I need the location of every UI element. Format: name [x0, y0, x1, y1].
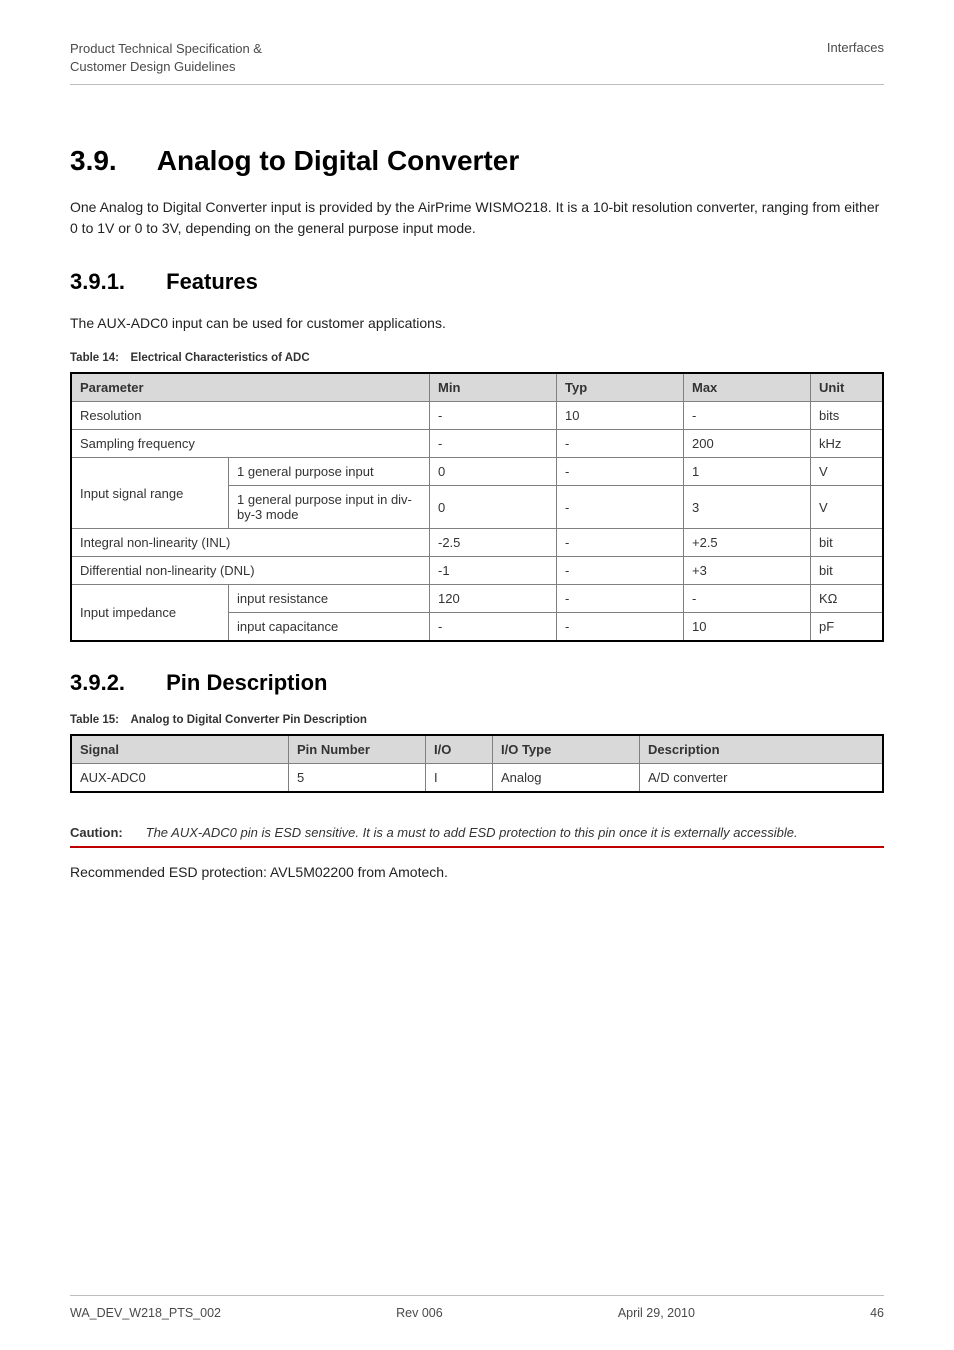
- table-row: Integral non-linearity (INL) -2.5 - +2.5…: [71, 529, 883, 557]
- header-left: Product Technical Specification & Custom…: [70, 40, 262, 76]
- header-right: Interfaces: [827, 40, 884, 55]
- th-io: I/O: [426, 735, 493, 764]
- cell-min: -1: [430, 557, 557, 585]
- cell-max: -: [684, 402, 811, 430]
- cell-sub: input resistance: [229, 585, 430, 613]
- cell-typ: -: [557, 613, 684, 642]
- page-header: Product Technical Specification & Custom…: [70, 40, 884, 85]
- cell-typ: -: [557, 486, 684, 529]
- cell-io: I: [426, 764, 493, 793]
- table-row: AUX-ADC0 5 I Analog A/D converter: [71, 764, 883, 793]
- cell-max: 1: [684, 458, 811, 486]
- table-row: Resolution - 10 - bits: [71, 402, 883, 430]
- subsection-391-name: Features: [166, 269, 258, 294]
- cell-unit: pF: [811, 613, 884, 642]
- cell-min: -: [430, 430, 557, 458]
- cell-sub: input capacitance: [229, 613, 430, 642]
- table-row: Signal Pin Number I/O I/O Type Descripti…: [71, 735, 883, 764]
- cell-typ: -: [557, 557, 684, 585]
- caution-block: Caution: The AUX-ADC0 pin is ESD sensiti…: [70, 821, 884, 848]
- cell-typ: -: [557, 585, 684, 613]
- section-title: 3.9. Analog to Digital Converter: [70, 145, 884, 177]
- cell-min: -: [430, 402, 557, 430]
- header-line2: Customer Design Guidelines: [70, 58, 262, 76]
- th-desc: Description: [640, 735, 884, 764]
- th-iotype: I/O Type: [493, 735, 640, 764]
- section-name: Analog to Digital Converter: [157, 145, 519, 176]
- cell-param: Integral non-linearity (INL): [71, 529, 430, 557]
- cell-max: 10: [684, 613, 811, 642]
- footer-page: 46: [870, 1306, 884, 1320]
- cell-signal: AUX-ADC0: [71, 764, 289, 793]
- subsection-392-title: 3.9.2. Pin Description: [70, 670, 884, 696]
- cell-unit: bit: [811, 529, 884, 557]
- cell-max: -: [684, 585, 811, 613]
- cell-param-group: Input signal range: [71, 458, 229, 529]
- footer-left: WA_DEV_W218_PTS_002: [70, 1306, 221, 1320]
- sub391-intro: The AUX-ADC0 input can be used for custo…: [70, 313, 884, 334]
- caution-text: The AUX-ADC0 pin is ESD sensitive. It is…: [146, 825, 880, 840]
- cell-max: 3: [684, 486, 811, 529]
- table15-caption: Table 15: Analog to Digital Converter Pi…: [70, 714, 884, 726]
- footer-right: April 29, 2010: [618, 1306, 695, 1320]
- th-pin: Pin Number: [289, 735, 426, 764]
- subsection-392-number: 3.9.2.: [70, 670, 160, 696]
- th-typ: Typ: [557, 373, 684, 402]
- cell-typ: -: [557, 529, 684, 557]
- cell-sub: 1 general purpose input in div-by-3 mode: [229, 486, 430, 529]
- cell-unit: KΩ: [811, 585, 884, 613]
- section-number: 3.9.: [70, 145, 150, 177]
- th-parameter: Parameter: [71, 373, 430, 402]
- cell-unit: V: [811, 486, 884, 529]
- cell-unit: V: [811, 458, 884, 486]
- cell-min: 0: [430, 458, 557, 486]
- cell-min: -: [430, 613, 557, 642]
- cell-max: 200: [684, 430, 811, 458]
- subsection-392-name: Pin Description: [166, 670, 327, 695]
- cell-min: 120: [430, 585, 557, 613]
- cell-unit: bits: [811, 402, 884, 430]
- post-caution-paragraph: Recommended ESD protection: AVL5M02200 f…: [70, 862, 884, 883]
- cell-typ: -: [557, 458, 684, 486]
- cell-unit: kHz: [811, 430, 884, 458]
- caution-label: Caution:: [70, 825, 142, 840]
- section-paragraph: One Analog to Digital Converter input is…: [70, 197, 884, 239]
- th-max: Max: [684, 373, 811, 402]
- table-row: Input signal range 1 general purpose inp…: [71, 458, 883, 486]
- cell-min: 0: [430, 486, 557, 529]
- cell-unit: bit: [811, 557, 884, 585]
- table-row: Differential non-linearity (DNL) -1 - +3…: [71, 557, 883, 585]
- cell-min: -2.5: [430, 529, 557, 557]
- table-row: Sampling frequency - - 200 kHz: [71, 430, 883, 458]
- subsection-391-title: 3.9.1. Features: [70, 269, 884, 295]
- cell-param: Sampling frequency: [71, 430, 430, 458]
- cell-pin: 5: [289, 764, 426, 793]
- table-row: Parameter Min Typ Max Unit: [71, 373, 883, 402]
- cell-desc: A/D converter: [640, 764, 884, 793]
- table15: Signal Pin Number I/O I/O Type Descripti…: [70, 734, 884, 793]
- th-signal: Signal: [71, 735, 289, 764]
- cell-param: Differential non-linearity (DNL): [71, 557, 430, 585]
- table14: Parameter Min Typ Max Unit Resolution - …: [70, 372, 884, 642]
- cell-typ: 10: [557, 402, 684, 430]
- header-line1: Product Technical Specification &: [70, 40, 262, 58]
- footer-center: Rev 006: [396, 1306, 443, 1320]
- table-row: Input impedance input resistance 120 - -…: [71, 585, 883, 613]
- cell-max: +2.5: [684, 529, 811, 557]
- cell-iotype: Analog: [493, 764, 640, 793]
- cell-max: +3: [684, 557, 811, 585]
- subsection-391-number: 3.9.1.: [70, 269, 160, 295]
- page: Product Technical Specification & Custom…: [0, 0, 954, 1350]
- cell-sub: 1 general purpose input: [229, 458, 430, 486]
- cell-typ: -: [557, 430, 684, 458]
- page-footer: WA_DEV_W218_PTS_002 Rev 006 April 29, 20…: [70, 1295, 884, 1320]
- table14-caption: Table 14: Electrical Characteristics of …: [70, 352, 884, 364]
- cell-param: Resolution: [71, 402, 430, 430]
- cell-param-group: Input impedance: [71, 585, 229, 642]
- th-unit: Unit: [811, 373, 884, 402]
- th-min: Min: [430, 373, 557, 402]
